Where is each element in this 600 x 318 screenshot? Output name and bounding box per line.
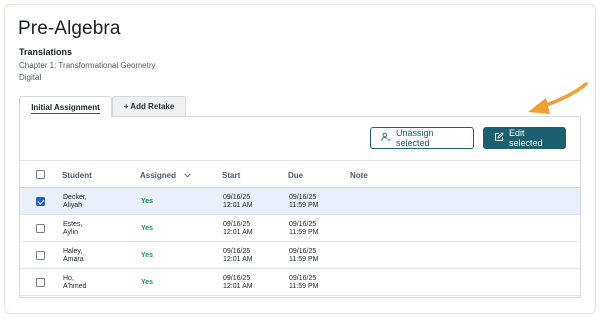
- student-table: Student Assigned Start Due Note Decker, A…: [20, 160, 580, 296]
- edit-selected-label: Edit selected: [509, 128, 543, 148]
- student-last-name: Estes,: [63, 220, 83, 228]
- row-select-checkbox[interactable]: [36, 251, 45, 260]
- tab-add-retake[interactable]: + Add Retake: [112, 96, 186, 116]
- start-datetime-cell: 09/16/25 12:01 AM: [223, 269, 253, 296]
- student-last-name: Haley,: [63, 247, 83, 255]
- assigned-status: Yes: [141, 251, 154, 259]
- student-name-cell: Estes, Aylin: [63, 215, 82, 242]
- row-select-checkbox[interactable]: [36, 278, 45, 287]
- due-datetime-cell: 09/16/25 11:59 PM: [289, 242, 318, 269]
- table-row[interactable]: Ho, A'hmed Yes 09/16/25 12:01 AM 09/16/25 11:5…: [20, 269, 580, 296]
- student-last-name: Ho,: [63, 274, 74, 282]
- column-header-start[interactable]: Start: [222, 161, 240, 189]
- due-time: 11:59 PM: [289, 201, 319, 209]
- column-header-due[interactable]: Due: [288, 161, 303, 189]
- start-time: 12:01 AM: [223, 282, 253, 290]
- due-datetime-cell: 09/16/25 11:59 PM: [289, 215, 318, 242]
- student-name-cell: Haley, Amara: [63, 242, 84, 269]
- due-date: 09/16/25: [289, 193, 317, 201]
- row-select-checkbox[interactable]: [36, 224, 45, 233]
- pencil-square-icon: [494, 132, 504, 144]
- chevron-down-icon: [184, 171, 191, 180]
- student-first-name: Aliyah: [63, 201, 83, 209]
- due-time: 11:59 PM: [289, 228, 319, 236]
- start-datetime-cell: 09/16/25 12:01 AM: [223, 215, 253, 242]
- due-datetime-cell: 09/16/25 11:59 PM: [289, 188, 318, 215]
- start-date: 09/16/25: [223, 274, 251, 282]
- start-time: 12:01 AM: [223, 201, 253, 209]
- due-date: 09/16/25: [289, 247, 317, 255]
- chapter-label: Chapter 1: Transformational Geometry: [19, 61, 156, 70]
- due-date: 09/16/25: [289, 274, 317, 282]
- table-header: Student Assigned Start Due Note: [20, 160, 580, 188]
- active-tab-indicator: [31, 112, 100, 114]
- start-time: 12:01 AM: [223, 255, 253, 263]
- student-first-name: A'hmed: [63, 282, 87, 290]
- student-name-cell: Ho, A'hmed: [63, 269, 87, 296]
- start-date: 09/16/25: [223, 247, 251, 255]
- table-row[interactable]: Haley, Amara Yes 09/16/25 12:01 AM 09/16/25 11…: [20, 242, 580, 269]
- student-first-name: Aylin: [63, 228, 79, 236]
- assigned-status: Yes: [141, 224, 154, 232]
- delivery-mode-label: Digital: [19, 73, 42, 82]
- page-title: Pre-Algebra: [18, 18, 121, 39]
- student-name-cell: Decker, Aliyah: [63, 188, 87, 215]
- student-last-name: Decker,: [63, 193, 87, 201]
- start-datetime-cell: 09/16/25 12:01 AM: [223, 242, 253, 269]
- due-date: 09/16/25: [289, 220, 317, 228]
- start-date: 09/16/25: [223, 220, 251, 228]
- column-header-assigned[interactable]: Assigned: [140, 161, 191, 189]
- assignment-panel: Unassign selected Edit selected Student …: [19, 116, 581, 298]
- select-all-checkbox[interactable]: [36, 170, 45, 179]
- column-header-assigned-label: Assigned: [140, 170, 177, 180]
- table-body: Decker, Aliyah Yes 09/16/25 12:01 AM 09/16/25…: [20, 188, 580, 296]
- student-first-name: Amara: [63, 255, 84, 263]
- start-date: 09/16/25: [223, 193, 251, 201]
- user-minus-icon: [381, 132, 391, 144]
- column-header-note[interactable]: Note: [350, 161, 368, 189]
- assigned-status: Yes: [141, 278, 154, 286]
- row-select-checkbox[interactable]: [36, 197, 45, 206]
- unassign-selected-button[interactable]: Unassign selected: [370, 127, 474, 149]
- assignment-title: Translations: [19, 47, 73, 57]
- unassign-selected-label: Unassign selected: [396, 128, 434, 148]
- table-row[interactable]: Estes, Aylin Yes 09/16/25 12:01 AM 09/16/25 11…: [20, 215, 580, 242]
- column-header-student[interactable]: Student: [62, 161, 92, 189]
- due-time: 11:59 PM: [289, 282, 319, 290]
- edit-selected-button[interactable]: Edit selected: [483, 127, 566, 149]
- start-time: 12:01 AM: [223, 228, 253, 236]
- due-datetime-cell: 09/16/25 11:59 PM: [289, 269, 318, 296]
- assigned-status: Yes: [141, 197, 154, 205]
- tab-add-retake-label: + Add Retake: [123, 102, 175, 111]
- tab-initial-assignment-label: Initial Assignment: [31, 102, 100, 112]
- table-row[interactable]: Decker, Aliyah Yes 09/16/25 12:01 AM 09/16/25…: [20, 188, 580, 215]
- due-time: 11:59 PM: [289, 255, 319, 263]
- tab-initial-assignment[interactable]: Initial Assignment: [19, 96, 112, 117]
- start-datetime-cell: 09/16/25 12:01 AM: [223, 188, 253, 215]
